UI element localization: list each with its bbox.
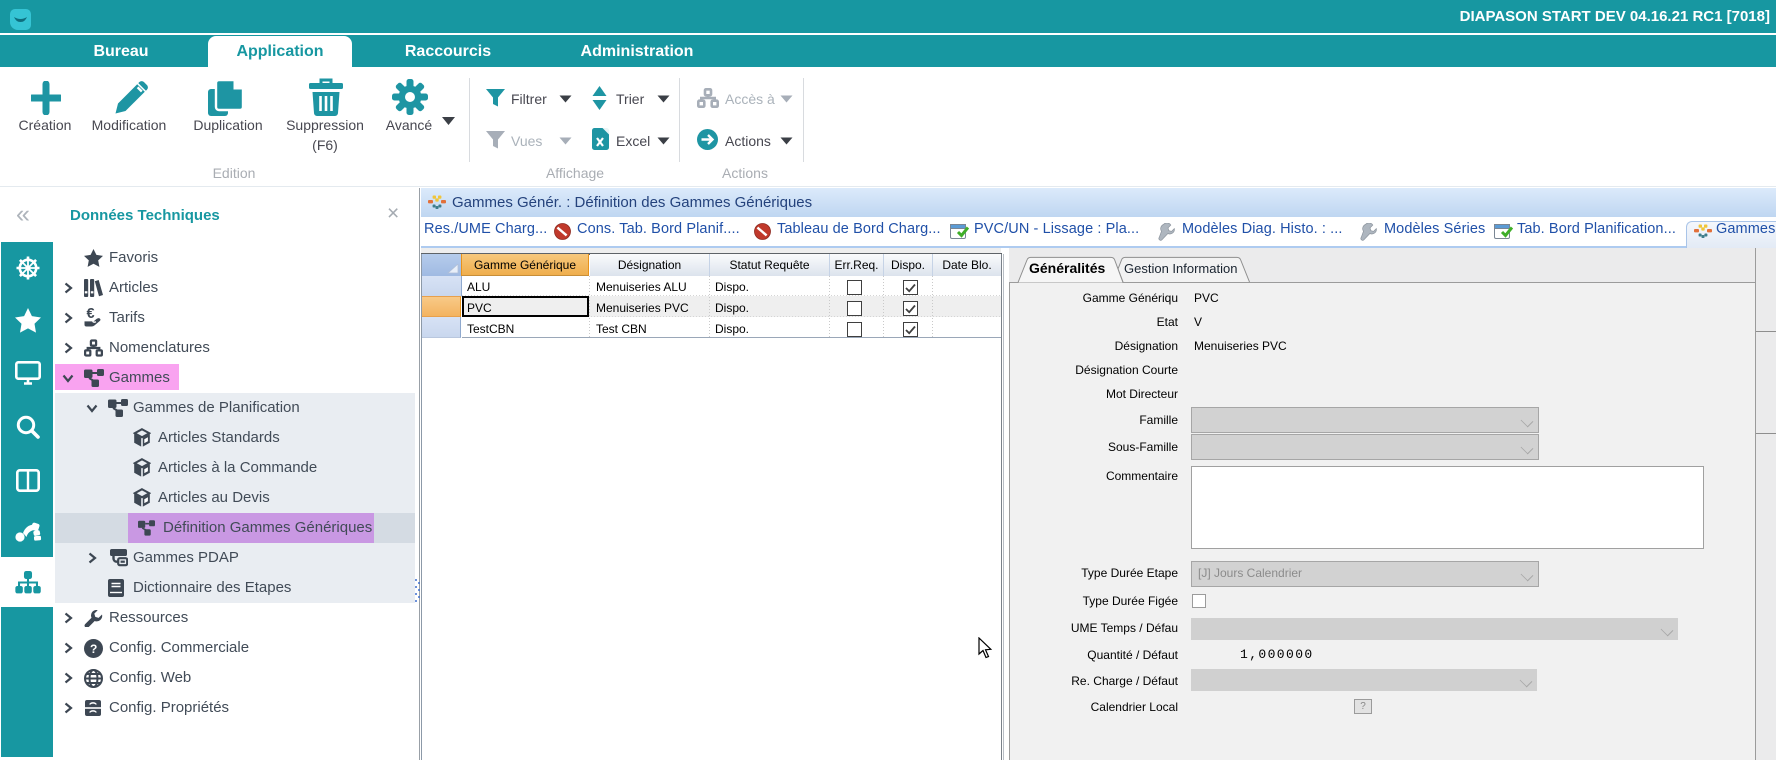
svg-text:€: €: [87, 306, 95, 322]
svg-text:?: ?: [90, 642, 97, 656]
